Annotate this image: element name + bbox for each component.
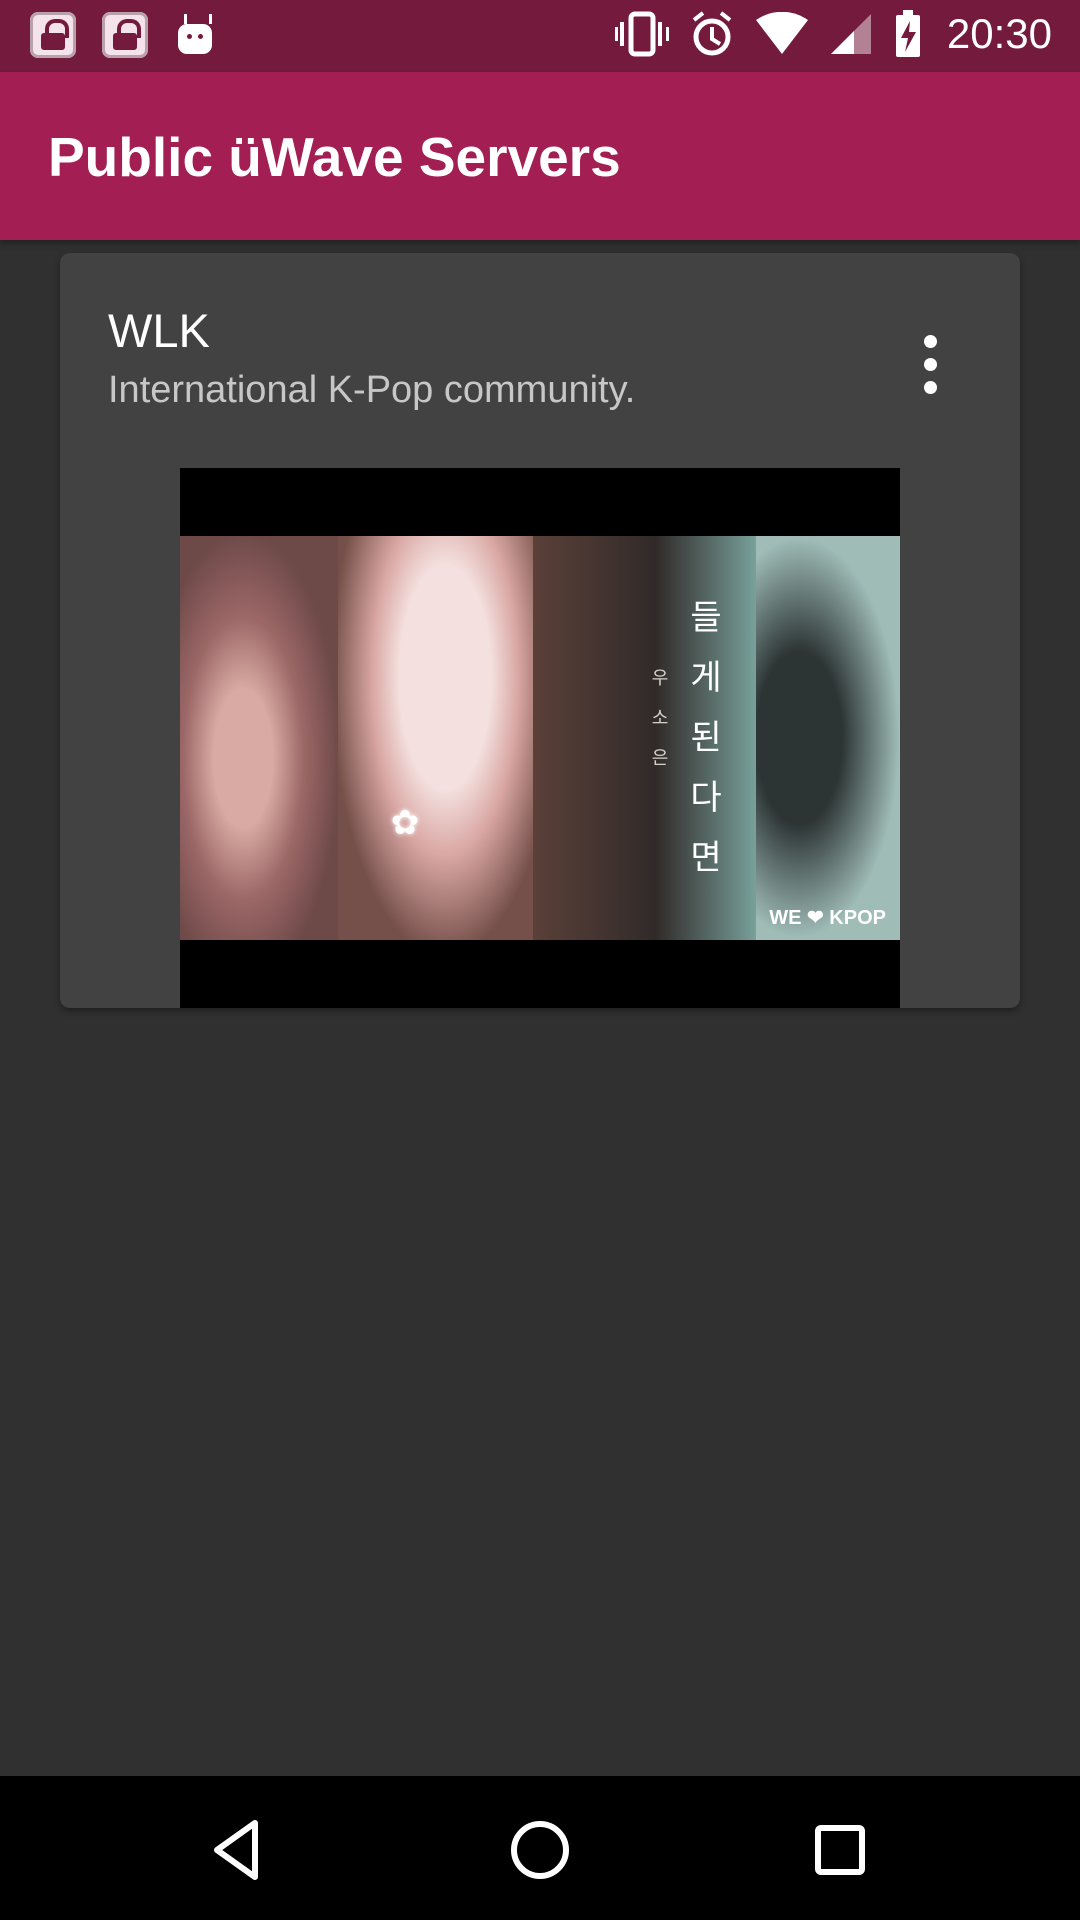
photo-panel bbox=[756, 536, 900, 940]
lock-icon bbox=[30, 12, 76, 58]
alarm-icon bbox=[692, 11, 732, 56]
status-bar: 20:30 bbox=[0, 0, 1080, 72]
status-time: 20:30 bbox=[946, 10, 1052, 57]
server-artwork: ✿ 들게된다면 우소은 WE ❤ KPOP bbox=[180, 468, 900, 1008]
battery-charging-icon bbox=[895, 10, 920, 57]
recents-icon[interactable] bbox=[800, 1810, 880, 1890]
page-title: Public üWave Servers bbox=[48, 126, 621, 188]
robot-eye bbox=[187, 34, 192, 39]
server-name: WLK bbox=[108, 304, 210, 357]
photo-panel bbox=[338, 536, 533, 940]
more-options-icon[interactable] bbox=[912, 335, 950, 395]
system-status-icons: 20:30 bbox=[614, 9, 1052, 59]
robot-icon bbox=[178, 14, 212, 54]
home-icon[interactable] bbox=[500, 1810, 580, 1890]
artwork-korean-title: 들게된다면 bbox=[690, 599, 722, 877]
photo-panel bbox=[180, 536, 338, 940]
system-navigation-bar bbox=[0, 1776, 1080, 1920]
kpop-album-photo: ✿ 들게된다면 우소은 WE ❤ KPOP bbox=[180, 536, 900, 940]
lock-icon bbox=[102, 12, 148, 58]
earring-icon: ✿ bbox=[390, 804, 420, 842]
server-description: International K-Pop community. bbox=[108, 369, 636, 411]
back-icon[interactable] bbox=[200, 1810, 280, 1890]
server-card[interactable]: WLK International K-Pop community. ✿ 들게된… bbox=[60, 253, 1020, 1008]
notification-icons bbox=[30, 12, 212, 58]
artwork-caption: WE ❤ KPOP bbox=[769, 907, 886, 929]
wifi-icon bbox=[755, 12, 808, 54]
robot-eye bbox=[198, 34, 203, 39]
signal-icon bbox=[830, 14, 871, 54]
app-toolbar: Public üWave Servers bbox=[0, 72, 1080, 240]
artwork-korean-artist: 우소은 bbox=[651, 668, 669, 768]
vibrate-icon bbox=[614, 11, 669, 57]
